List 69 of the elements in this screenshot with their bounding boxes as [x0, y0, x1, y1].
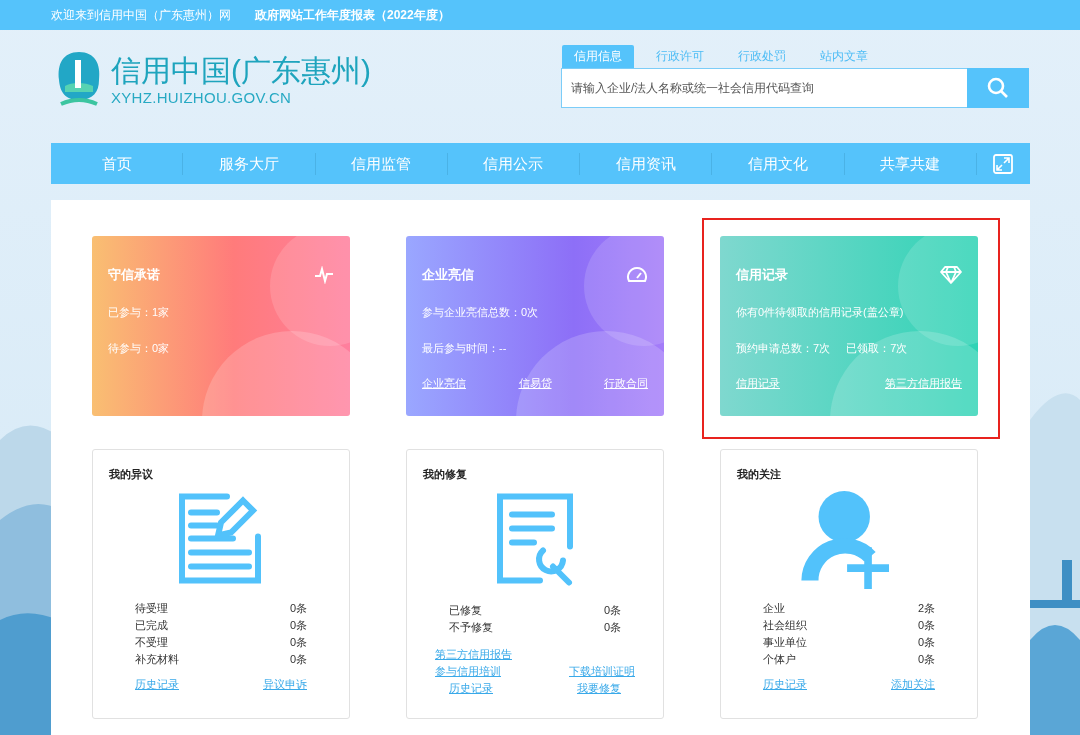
stat-label: 不受理 — [135, 635, 168, 650]
panel-link[interactable]: 添加关注 — [891, 676, 935, 693]
stat-label: 事业单位 — [763, 635, 807, 650]
card-title: 信用记录 — [736, 266, 788, 284]
panel-title: 我的异议 — [109, 467, 154, 482]
card-link[interactable]: 信易贷 — [518, 376, 552, 391]
stat-value: 0条 — [289, 652, 307, 667]
card-link[interactable]: 行政合同 — [604, 376, 648, 391]
stat-label: 社会组织 — [763, 618, 807, 633]
card-text: 参与企业亮信总数：0次 — [422, 305, 539, 320]
search-icon — [987, 77, 1009, 99]
stat-label: 个体户 — [763, 652, 796, 667]
report-link[interactable]: 政府网站工作年度报表（2022年度） — [255, 6, 450, 24]
stat-label: 不予修复 — [449, 620, 493, 635]
card-title: 守信承诺 — [108, 266, 160, 284]
stat-label: 已修复 — [449, 603, 482, 618]
search-field[interactable]: 请输入企业/法人名称或统一社会信用代码查询 — [561, 68, 967, 108]
panel-title: 我的修复 — [423, 467, 468, 482]
site-domain: XYHZ.HUIZHOU.GOV.CN — [111, 88, 293, 106]
stat-label: 已完成 — [135, 618, 168, 633]
stat-value: 0条 — [603, 603, 621, 618]
nav-item[interactable]: 信用资讯 — [580, 152, 713, 175]
card-link[interactable]: 信用记录 — [736, 376, 780, 391]
nav-item[interactable]: 共享共建 — [844, 152, 977, 175]
gauge-icon — [626, 266, 648, 284]
panel-link[interactable]: 第三方信用报告 — [435, 646, 512, 663]
card-link[interactable]: 企业亮信 — [422, 376, 466, 391]
panel-link[interactable]: 历史记录 — [449, 680, 493, 697]
stat-value: 0条 — [289, 601, 307, 616]
nav-item[interactable]: 首页 — [51, 152, 184, 175]
card-text: 预约申请总数：7次 — [736, 341, 831, 356]
stat-value: 0条 — [917, 652, 935, 667]
panel-link[interactable]: 历史记录 — [763, 676, 807, 693]
card-link[interactable]: 第三方信用报告 — [885, 376, 962, 391]
search-button[interactable] — [967, 68, 1029, 108]
card-text: 已参与：1家 — [108, 305, 170, 320]
stat-value: 0条 — [917, 635, 935, 650]
search-tab[interactable]: 信用信息 — [562, 45, 634, 68]
stat-value: 0条 — [917, 618, 935, 633]
search-tab[interactable]: 行政处罚 — [726, 45, 798, 68]
stat-value: 0条 — [289, 635, 307, 650]
panel-link[interactable]: 下载培训证明 — [569, 663, 635, 680]
card-text: 你有0件待领取的信用记录(盖公章) — [736, 305, 904, 320]
stat-label: 补充材料 — [135, 652, 179, 667]
expand-icon[interactable] — [993, 153, 1014, 174]
card-text: 待参与：0家 — [108, 341, 170, 356]
panel-link[interactable]: 参与信用培训 — [435, 663, 501, 680]
nav-item[interactable]: 信用文化 — [712, 152, 845, 175]
stat-value: 0条 — [603, 620, 621, 635]
stat-value: 2条 — [917, 601, 935, 616]
nav-item[interactable]: 信用公示 — [447, 152, 581, 175]
stat-value: 0条 — [289, 618, 307, 633]
panel-link[interactable]: 异议申诉 — [263, 676, 307, 693]
panel-link[interactable]: 历史记录 — [135, 676, 179, 693]
card-text: 最后参与时间：-- — [422, 341, 507, 356]
search-tab[interactable]: 行政许可 — [644, 45, 716, 68]
nav-item[interactable]: 信用监管 — [315, 152, 448, 175]
panel-link[interactable]: 我要修复 — [577, 680, 621, 697]
search-tab[interactable]: 站内文章 — [808, 45, 880, 68]
nav-item[interactable]: 服务大厅 — [183, 152, 316, 175]
diamond-icon — [940, 266, 962, 284]
pulse-icon — [314, 266, 334, 284]
stat-label: 待受理 — [135, 601, 168, 616]
card-title: 企业亮信 — [422, 266, 474, 284]
site-title: 信用中国(广东惠州) — [111, 52, 371, 89]
welcome-text: 欢迎来到信用中国（广东惠州）网 — [51, 6, 231, 24]
card-text: 已领取：7次 — [846, 341, 908, 356]
stat-label: 企业 — [763, 601, 785, 616]
panel-title: 我的关注 — [737, 467, 782, 482]
